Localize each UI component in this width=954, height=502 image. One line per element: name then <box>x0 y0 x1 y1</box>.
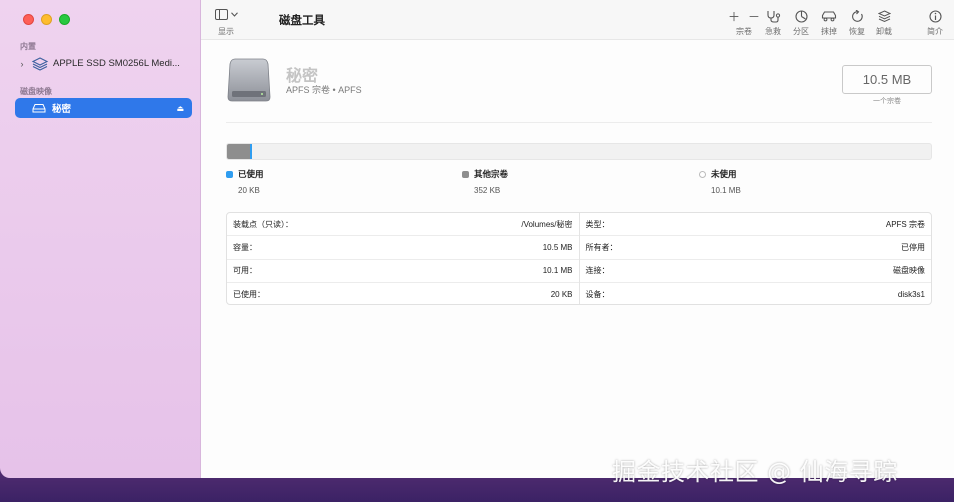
table-row: 连接： 磁盘映像 <box>579 260 931 283</box>
first-aid-label: 急救 <box>765 27 781 36</box>
main-content: 显示 磁盘工具 ＋ － 宗卷 急救 分区 抹掉 恢复 卸载 简介 秘密 APFS… <box>201 0 954 478</box>
volume-drive-icon <box>227 58 271 102</box>
unmount-label: 卸载 <box>876 27 892 36</box>
other-volumes-label: 其他宗卷 <box>474 169 509 179</box>
usage-bar-used-segment <box>250 144 252 159</box>
maximize-window-button[interactable] <box>59 14 70 25</box>
detail-value: 磁盘映像 <box>893 266 925 276</box>
details-table: 装载点（只读）： /Volumes/秘密 容量： 10.5 MB 可用： 10.… <box>226 212 932 305</box>
free-label: 未使用 <box>711 169 737 179</box>
detail-label: 可用： <box>233 266 257 276</box>
erase-car-icon <box>821 11 837 22</box>
chevron-down-icon <box>231 12 238 17</box>
detail-label: 连接： <box>585 266 610 276</box>
free-color-swatch <box>699 170 706 178</box>
used-label: 已使用 <box>238 169 264 179</box>
used-color-swatch <box>226 170 233 178</box>
detail-value: disk3s1 <box>897 289 925 299</box>
info-button[interactable]: 简介 <box>927 9 943 37</box>
window-title: 磁盘工具 <box>279 15 325 27</box>
legend-other-volumes: 其他宗卷 352 KB <box>462 168 508 195</box>
section-disk-images-label: 磁盘映像 <box>20 87 52 96</box>
volume-label: 宗卷 <box>736 27 753 36</box>
table-row: 所有者： 已停用 <box>579 236 931 260</box>
table-row: 可用： 10.1 MB <box>227 260 579 283</box>
volume-size-box: 10.5 MB <box>842 65 932 94</box>
partition-label: 分区 <box>793 27 809 36</box>
table-row: 类型： APFS 宗卷 <box>579 213 931 237</box>
detail-value: 已停用 <box>901 242 925 252</box>
eject-icon[interactable]: ⏏ <box>176 104 184 113</box>
detail-value: 20 KB <box>550 289 573 299</box>
table-row: 设备： disk3s1 <box>580 283 932 306</box>
usage-bar-other-segment <box>227 144 251 159</box>
partition-icon <box>794 9 808 23</box>
legend-used: 已使用 20 KB <box>226 168 264 195</box>
first-aid-button[interactable]: 急救 <box>765 9 781 37</box>
sidebar-item-internal-drive[interactable]: › APPLE SSD SM0256L Medi... <box>16 55 192 72</box>
unmount-stack-icon <box>877 9 891 22</box>
table-row: 装载点（只读）： /Volumes/秘密 <box>227 213 579 237</box>
erase-label: 抹掉 <box>821 27 837 36</box>
legend-free: 未使用 10.1 MB <box>699 168 741 195</box>
volume-button[interactable]: ＋ － 宗卷 <box>728 9 760 37</box>
detail-value: APFS 宗卷 <box>885 219 925 229</box>
remove-icon[interactable]: － <box>748 8 760 25</box>
window-controls <box>23 14 70 25</box>
sidebar-toggle-icon <box>215 9 228 20</box>
details-right-column: 类型： APFS 宗卷 所有者： 已停用 连接： 磁盘映像 设备： disk3s… <box>578 213 932 306</box>
restore-icon <box>851 9 863 22</box>
disk-utility-window: 内置 › APPLE SSD SM0256L Medi... 磁盘映像 秘密 ⏏ <box>0 0 954 478</box>
add-icon[interactable]: ＋ <box>728 8 740 25</box>
usage-bar <box>226 143 932 160</box>
other-volumes-color-swatch <box>462 170 469 178</box>
used-value: 20 KB <box>238 186 260 195</box>
stethoscope-icon <box>766 10 780 23</box>
free-value: 10.1 MB <box>711 186 741 195</box>
detail-value: 10.5 MB <box>542 242 573 252</box>
toolbar: 显示 磁盘工具 ＋ － 宗卷 急救 分区 抹掉 恢复 卸载 简介 <box>201 0 954 40</box>
detail-label: 已使用： <box>233 289 265 299</box>
detail-label: 所有者： <box>585 242 618 252</box>
detail-label: 容量： <box>233 242 257 252</box>
table-row: 已使用： 20 KB <box>227 283 579 306</box>
volume-stack-icon <box>31 56 49 71</box>
sidebar-item-label: 秘密 <box>52 104 72 115</box>
close-window-button[interactable] <box>23 14 34 25</box>
unmount-button[interactable]: 卸载 <box>876 9 892 37</box>
restore-label: 恢复 <box>849 27 865 36</box>
show-sidebar-button[interactable]: 显示 <box>215 9 245 36</box>
sidebar-item-secret-volume[interactable]: 秘密 ⏏ <box>15 98 192 118</box>
minimize-window-button[interactable] <box>41 14 52 25</box>
disk-icon <box>32 104 46 113</box>
partition-button[interactable]: 分区 <box>793 9 809 37</box>
show-label: 显示 <box>218 27 234 36</box>
details-left-column: 装载点（只读）： /Volumes/秘密 容量： 10.5 MB 可用： 10.… <box>227 213 579 304</box>
divider <box>226 122 932 123</box>
erase-button[interactable]: 抹掉 <box>821 9 837 37</box>
detail-label: 设备： <box>585 289 610 299</box>
other-volumes-value: 352 KB <box>474 186 501 195</box>
volume-subtitle: APFS 宗卷 • APFS <box>286 85 362 95</box>
sidebar: 内置 › APPLE SSD SM0256L Medi... 磁盘映像 秘密 ⏏ <box>0 0 201 478</box>
info-icon <box>928 9 942 23</box>
volume-count-caption: 一个宗卷 <box>873 98 901 105</box>
detail-value: /Volumes/秘密 <box>521 219 573 229</box>
watermark-text: 掘金技术社区 @ 仙海寻踪 <box>612 458 898 486</box>
restore-button[interactable]: 恢复 <box>849 9 865 37</box>
chevron-right-icon[interactable]: › <box>16 59 28 69</box>
detail-value: 10.1 MB <box>542 266 573 276</box>
detail-label: 类型： <box>585 219 610 229</box>
info-label: 简介 <box>927 27 943 36</box>
detail-label: 装载点（只读）： <box>233 219 293 229</box>
section-internal-label: 内置 <box>20 42 36 51</box>
table-row: 容量： 10.5 MB <box>227 236 579 260</box>
sidebar-item-label: APPLE SSD SM0256L Medi... <box>53 58 180 69</box>
